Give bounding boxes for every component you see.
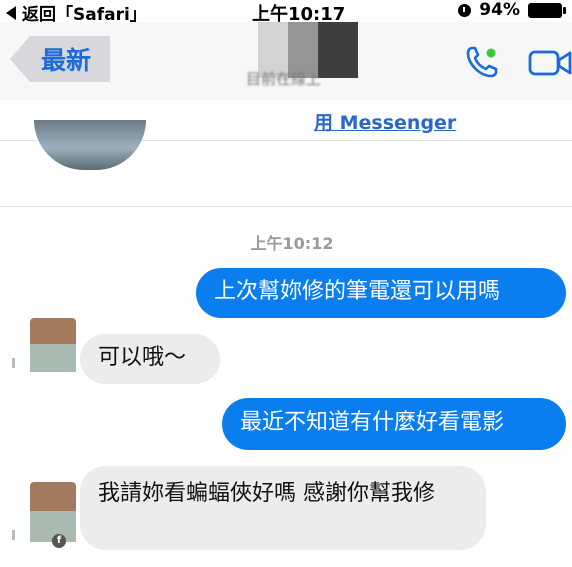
back-button[interactable]: 最新 (10, 36, 110, 82)
profile-photo (34, 120, 146, 170)
open-in-messenger-link[interactable]: 用 Messenger (314, 108, 456, 135)
contact-subtitle: 目前在線上 (246, 70, 322, 88)
chat-header: 最新 目前在線上 (0, 22, 572, 100)
sender-avatar[interactable] (30, 482, 76, 542)
timestamp-prefix: 上午 (250, 234, 283, 253)
message-bubble-outgoing[interactable]: 上次幫妳修的筆電還可以用嗎 (196, 268, 566, 318)
message-timestamp: 上午10:12 (0, 230, 572, 254)
video-camera-icon[interactable] (528, 48, 572, 78)
phone-icon[interactable] (464, 44, 500, 80)
timestamp-time: 10:12 (282, 234, 334, 253)
scroll-mark (12, 530, 15, 540)
battery-icon (528, 2, 566, 18)
sender-avatar[interactable] (30, 318, 76, 372)
message-bubble-outgoing[interactable]: 最近不知道有什麼好看電影 (222, 398, 566, 450)
back-button-label: 最新 (40, 46, 91, 75)
back-arrow-icon (6, 5, 16, 20)
message-bubble-incoming[interactable]: 我請妳看蝙蝠俠好嗎 感謝你幫我修 (80, 466, 486, 550)
battery-percent: 94% (479, 0, 520, 20)
facebook-icon: f (52, 534, 66, 548)
scroll-mark (12, 358, 15, 368)
status-bar: 返回「Safari」 上午10:17 94% (0, 0, 572, 25)
message-bubble-incoming[interactable]: 可以哦～ (80, 334, 220, 384)
alarm-icon (458, 3, 472, 17)
divider (0, 206, 572, 207)
status-right: 94% (458, 0, 566, 20)
